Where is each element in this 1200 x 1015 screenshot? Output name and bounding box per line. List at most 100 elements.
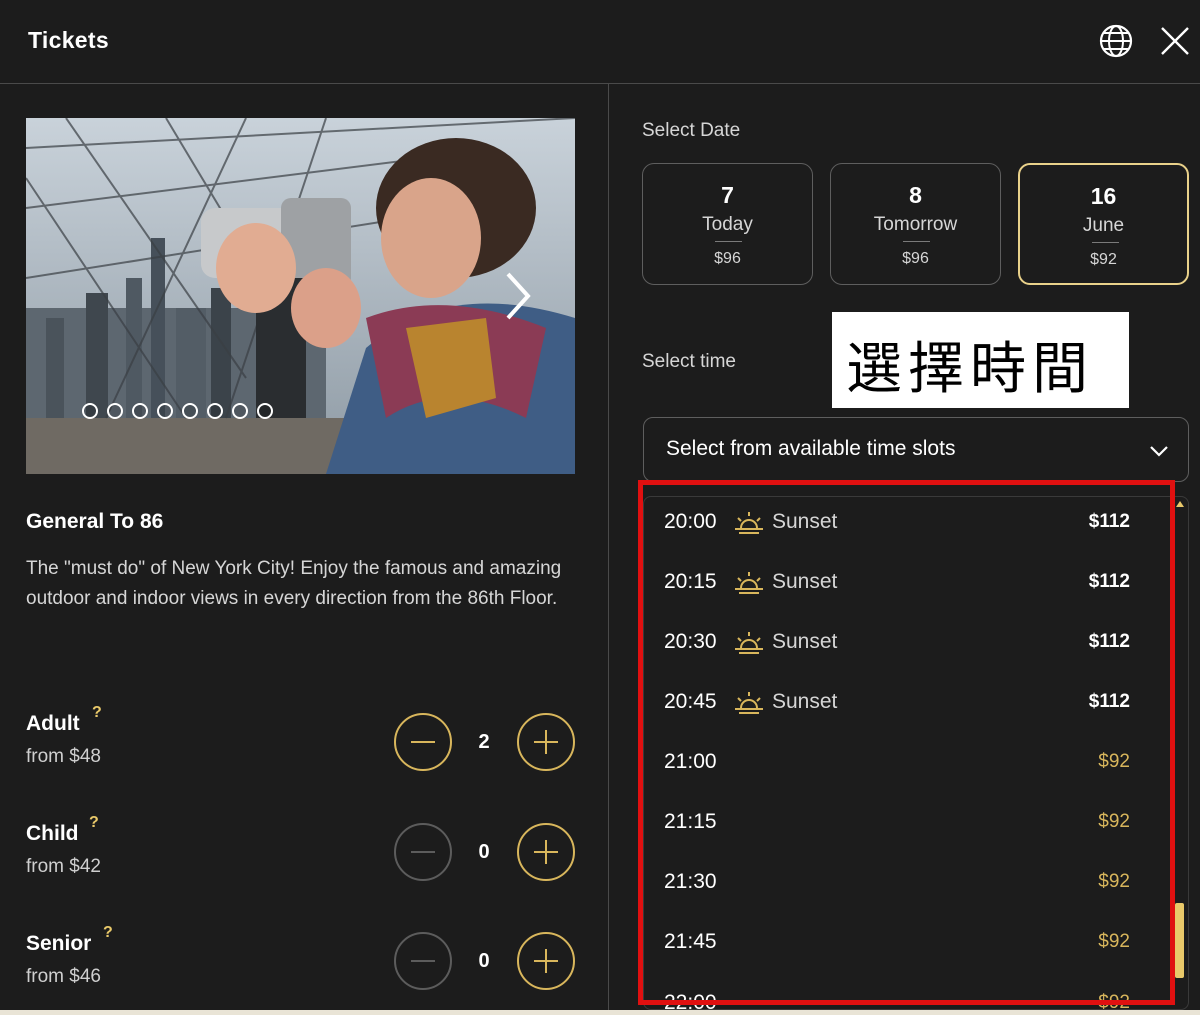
time-slot-option[interactable]: 20:15 Sunset $112 bbox=[644, 562, 1164, 622]
decrease-button[interactable] bbox=[394, 932, 452, 990]
time-slot-option[interactable]: 21:15 $92 bbox=[644, 802, 1164, 862]
annotation-label: 選擇時間 bbox=[832, 312, 1129, 408]
select-time-label: Select time bbox=[642, 351, 736, 372]
increase-button[interactable] bbox=[517, 713, 575, 771]
carousel-dot[interactable] bbox=[132, 403, 148, 419]
increase-button[interactable] bbox=[517, 823, 575, 881]
ticket-label: Adult bbox=[26, 712, 80, 735]
time-slot-option[interactable]: 20:45 Sunset $112 bbox=[644, 682, 1164, 742]
slot-price: $92 bbox=[1098, 931, 1130, 952]
scroll-up-arrow-icon[interactable] bbox=[1176, 500, 1184, 508]
slot-price: $112 bbox=[1088, 511, 1130, 532]
date-label: June bbox=[1082, 215, 1125, 236]
sunset-icon bbox=[735, 572, 763, 594]
hero-carousel-image bbox=[26, 118, 575, 474]
minus-icon bbox=[411, 741, 435, 743]
product-description: The "must do" of New York City! Enjoy th… bbox=[26, 558, 562, 609]
carousel-dot[interactable] bbox=[257, 403, 273, 419]
select-date-label: Select Date bbox=[642, 120, 741, 141]
carousel-dot[interactable] bbox=[157, 403, 173, 419]
close-icon[interactable] bbox=[1158, 24, 1192, 58]
date-option[interactable]: 7 Today $96 bbox=[642, 163, 813, 285]
slot-time: 21:30 bbox=[664, 870, 717, 893]
decrease-button[interactable] bbox=[394, 713, 452, 771]
slot-note: Sunset bbox=[772, 690, 838, 713]
scrollbar-thumb[interactable] bbox=[1175, 903, 1184, 978]
slot-time: 21:45 bbox=[664, 930, 717, 953]
header: Tickets bbox=[0, 0, 1200, 84]
carousel-dots bbox=[82, 403, 273, 419]
date-number: 7 bbox=[721, 182, 734, 208]
carousel-dot[interactable] bbox=[182, 403, 198, 419]
date-option-selected[interactable]: 16 June $92 bbox=[1018, 163, 1189, 285]
plus-icon bbox=[534, 730, 558, 754]
slot-note: Sunset bbox=[772, 630, 838, 653]
globe-icon[interactable] bbox=[1098, 23, 1134, 59]
time-slot-dropdown[interactable]: Select from available time slots bbox=[643, 417, 1189, 482]
product-title: General To 86 bbox=[26, 510, 164, 533]
slot-price: $92 bbox=[1098, 992, 1130, 1010]
carousel-dot[interactable] bbox=[232, 403, 248, 419]
sunset-icon bbox=[735, 632, 763, 654]
slot-time: 21:00 bbox=[664, 750, 717, 773]
ticket-label: Senior bbox=[26, 932, 92, 955]
sunset-icon bbox=[735, 512, 763, 534]
date-option[interactable]: 8 Tomorrow $96 bbox=[830, 163, 1001, 285]
carousel-next-arrow-icon[interactable] bbox=[500, 270, 534, 322]
slot-price: $92 bbox=[1098, 871, 1130, 892]
ticket-quantity: 0 bbox=[478, 950, 490, 972]
ticket-price-from: from $46 bbox=[26, 966, 101, 987]
chevron-down-icon bbox=[1150, 446, 1168, 457]
time-slot-option[interactable]: 21:30 $92 bbox=[644, 862, 1164, 922]
time-slot-option[interactable]: 20:30 Sunset $112 bbox=[644, 622, 1164, 682]
help-icon[interactable]: ? bbox=[92, 704, 102, 722]
decrease-button[interactable] bbox=[394, 823, 452, 881]
slot-time: 21:15 bbox=[664, 810, 717, 833]
slot-price: $112 bbox=[1088, 571, 1130, 592]
slot-price: $92 bbox=[1098, 751, 1130, 772]
date-number: 8 bbox=[909, 182, 922, 208]
carousel-dot[interactable] bbox=[207, 403, 223, 419]
page-title: Tickets bbox=[28, 27, 109, 53]
help-icon[interactable]: ? bbox=[103, 924, 113, 942]
ticket-price-from: from $48 bbox=[26, 746, 101, 767]
ticket-price-from: from $42 bbox=[26, 856, 101, 877]
date-label: Today bbox=[702, 214, 753, 235]
plus-icon bbox=[534, 840, 558, 864]
time-slot-option[interactable]: 20:00 Sunset $112 bbox=[644, 502, 1164, 562]
minus-icon bbox=[411, 960, 435, 962]
annotation-text: 選擇時間 bbox=[846, 337, 1094, 402]
slot-note: Sunset bbox=[772, 570, 838, 593]
slot-price: $112 bbox=[1088, 631, 1130, 652]
plus-icon bbox=[534, 949, 558, 973]
ticket-quantity: 2 bbox=[478, 731, 490, 753]
date-separator bbox=[903, 241, 930, 242]
time-slot-option[interactable]: 21:45 $92 bbox=[644, 922, 1164, 982]
ticket-row-child: Child ? from $42 0 bbox=[26, 814, 586, 892]
dropdown-value: Select from available time slots bbox=[666, 437, 956, 460]
slot-price: $92 bbox=[1098, 811, 1130, 832]
date-price: $96 bbox=[902, 250, 929, 267]
slot-time: 22:00 bbox=[664, 991, 717, 1010]
sunset-icon bbox=[735, 692, 763, 714]
panel-divider bbox=[608, 84, 609, 1015]
slot-time: 20:45 bbox=[664, 690, 717, 713]
carousel-dot[interactable] bbox=[107, 403, 123, 419]
date-price: $96 bbox=[714, 250, 741, 267]
date-price: $92 bbox=[1090, 251, 1117, 268]
ticket-row-adult: Adult ? from $48 2 bbox=[26, 704, 586, 782]
date-label: Tomorrow bbox=[873, 214, 958, 235]
time-slot-option[interactable]: 21:00 $92 bbox=[644, 742, 1164, 802]
increase-button[interactable] bbox=[517, 932, 575, 990]
date-separator bbox=[1092, 242, 1119, 243]
time-slot-option[interactable]: 22:00 $92 bbox=[644, 983, 1164, 1010]
carousel-dot[interactable] bbox=[82, 403, 98, 419]
help-icon[interactable]: ? bbox=[89, 814, 99, 832]
ticket-label: Child bbox=[26, 822, 79, 845]
slot-time: 20:30 bbox=[664, 630, 717, 653]
slot-time: 20:15 bbox=[664, 570, 717, 593]
time-slot-list[interactable]: 20:00 Sunset $112 20:15 Sunset $112 20:3… bbox=[643, 496, 1189, 1010]
ticket-quantity: 0 bbox=[478, 841, 490, 863]
slot-note: Sunset bbox=[772, 510, 838, 533]
date-separator bbox=[715, 241, 742, 242]
